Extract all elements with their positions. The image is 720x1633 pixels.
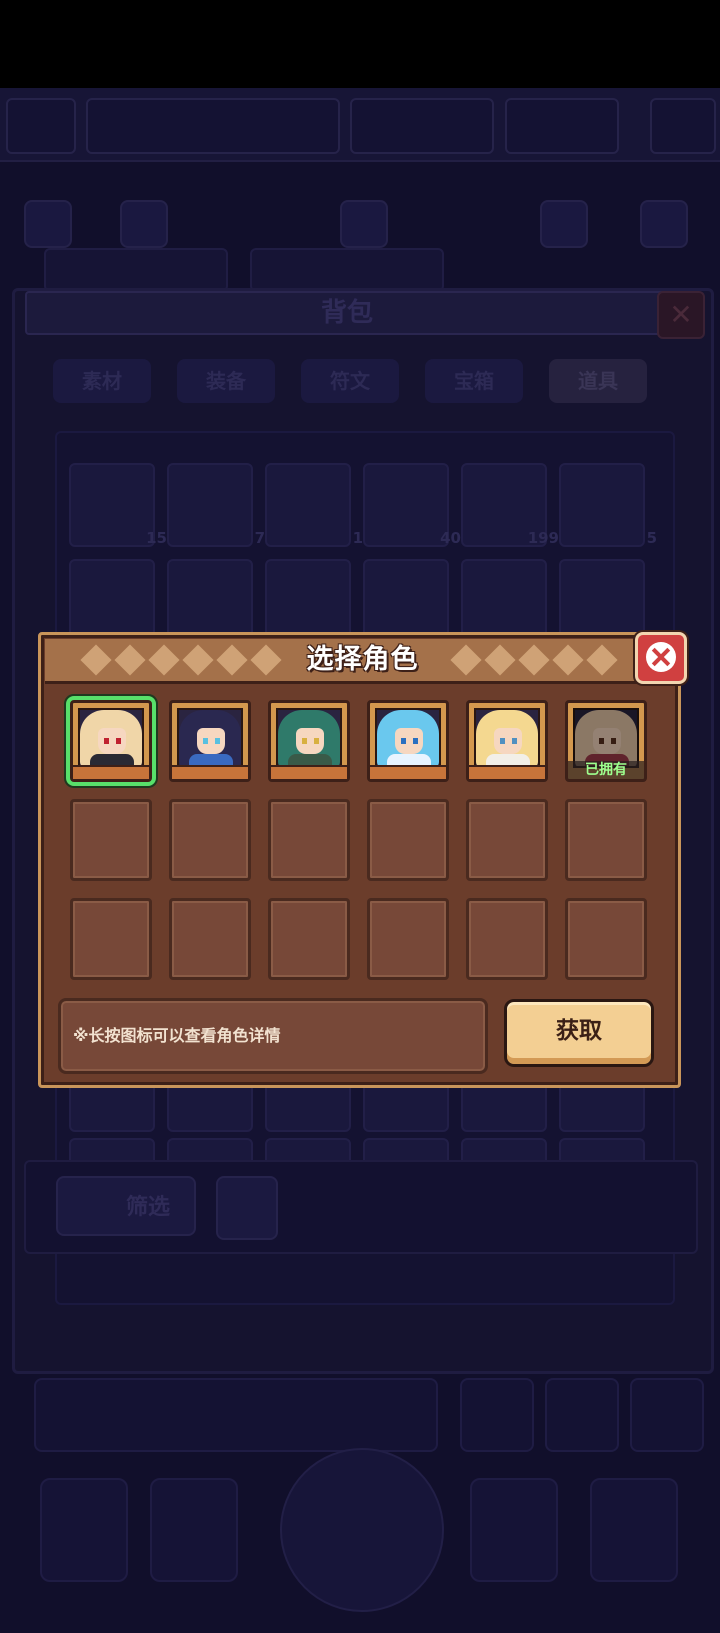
empty-character-slot [466, 799, 548, 881]
bag-item: 40 [363, 463, 461, 547]
backpack-title: 背包 [25, 291, 669, 335]
empty-character-slot [169, 898, 251, 980]
bag-item [167, 559, 253, 643]
bag-item: 1 [265, 463, 363, 547]
character-slot[interactable] [466, 700, 548, 782]
currency-panel [350, 98, 494, 154]
item-count: 199 [527, 529, 559, 547]
top-hud [0, 88, 720, 162]
bag-item [559, 559, 645, 643]
nav-main-button [280, 1448, 444, 1612]
hint-text: ※长按图标可以查看角色详情 [73, 1026, 281, 1045]
tab-runes: 符文 [301, 359, 399, 403]
menu-button [650, 98, 716, 154]
character-portrait [474, 708, 540, 768]
slot-bar [469, 765, 545, 779]
empty-character-slot [565, 898, 647, 980]
character-portrait [573, 708, 639, 768]
slot-bar [271, 765, 347, 779]
acquire-button-label: 获取 [556, 1018, 602, 1044]
close-icon [646, 642, 676, 672]
status-bar [0, 0, 720, 88]
bag-item: 199 [461, 463, 559, 547]
slot-bar [73, 765, 149, 779]
nav-tab [150, 1478, 238, 1582]
close-button[interactable] [635, 632, 687, 684]
empty-character-slot [70, 799, 152, 881]
character-slot[interactable] [70, 700, 152, 782]
nav-button [545, 1378, 619, 1452]
sort-button [216, 1176, 278, 1240]
character-slot[interactable] [169, 700, 251, 782]
dialog-title: 选择角色 [306, 644, 419, 675]
bag-item [265, 559, 351, 643]
hint-panel: ※长按图标可以查看角色详情 [58, 998, 488, 1074]
character-portrait [177, 708, 243, 768]
character-slot[interactable]: 已拥有 [565, 700, 647, 782]
avatar [6, 98, 76, 154]
bottom-nav [0, 1448, 720, 1633]
bag-item: 15 [69, 463, 167, 547]
info-pill [250, 248, 444, 292]
nav-button [630, 1378, 704, 1452]
character-slot[interactable] [367, 700, 449, 782]
empty-character-slot [565, 799, 647, 881]
currency-panel [505, 98, 619, 154]
item-count: 40 [440, 529, 461, 547]
secondary-nav [0, 1378, 720, 1458]
feature-icon [120, 200, 168, 248]
item-count: 7 [254, 529, 265, 547]
home-icon [340, 200, 388, 248]
nav-tab [590, 1478, 678, 1582]
bag-item [363, 559, 449, 643]
empty-character-slot [268, 799, 350, 881]
nav-tab [470, 1478, 558, 1582]
tab-equipment: 装备 [177, 359, 275, 403]
character-portrait [78, 708, 144, 768]
bag-item [461, 559, 547, 643]
empty-character-slot [466, 898, 548, 980]
empty-character-slot [169, 799, 251, 881]
slot-bar [370, 765, 446, 779]
owned-label: 已拥有 [568, 761, 644, 779]
empty-character-slot [268, 898, 350, 980]
item-count: 15 [146, 529, 167, 547]
feature-icon [24, 200, 72, 248]
bag-item: 7 [167, 463, 265, 547]
item-count: 1 [352, 529, 363, 547]
empty-character-slot [367, 799, 449, 881]
filter-button: 筛选 [56, 1176, 196, 1236]
nav-tab [40, 1478, 128, 1582]
backpack-toolbar: 筛选 [24, 1160, 698, 1254]
character-slot[interactable] [268, 700, 350, 782]
bag-item [69, 559, 155, 643]
backpack-close-icon: ✕ [657, 291, 705, 339]
item-count: 5 [646, 529, 657, 547]
bag-item: 5 [559, 463, 657, 547]
empty-character-slot [367, 898, 449, 980]
acquire-button[interactable]: 获取 [504, 999, 654, 1067]
tab-materials: 素材 [53, 359, 151, 403]
character-portrait [375, 708, 441, 768]
empty-character-slot [70, 898, 152, 980]
feature-icon [640, 200, 688, 248]
tab-chests: 宝箱 [425, 359, 523, 403]
mail-icon [540, 200, 588, 248]
player-info-panel [86, 98, 340, 154]
nav-button [460, 1378, 534, 1452]
slot-bar [172, 765, 248, 779]
info-pill [44, 248, 228, 292]
tab-items: 道具 [549, 359, 647, 403]
character-portrait [276, 708, 342, 768]
info-panel [34, 1378, 438, 1452]
